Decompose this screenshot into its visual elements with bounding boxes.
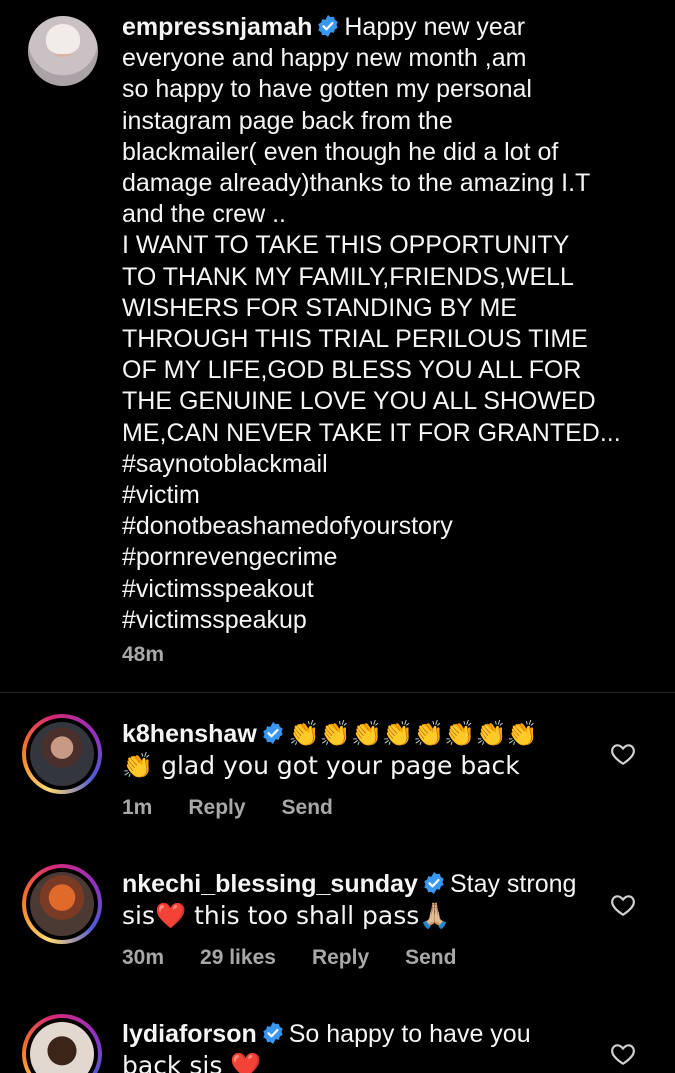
divider [0,692,675,693]
likes-count[interactable]: 29 likes [200,946,276,970]
commenter-username[interactable]: lydiaforson [122,1020,257,1048]
comment-meta: 1m Reply Send [122,796,333,820]
author-username[interactable]: empressnjamah [122,13,312,41]
caption-line: WISHERS FOR STANDING BY ME [122,293,517,322]
verified-badge-icon [263,1022,283,1044]
comment-text: k8henshaw 👏👏👏👏👏👏👏👏 👏 glad you got your pa… [122,718,582,782]
caption-line: and the crew .. [122,200,286,229]
send-button[interactable]: Send [405,946,456,970]
comment-line: back sis ❤️ [122,1051,262,1073]
comment-item: lydiaforson So happy to have you back sis… [0,1000,675,1073]
hashtag-link[interactable]: #victim [122,480,642,511]
author-avatar[interactable] [28,16,98,86]
comment-line: 👏 glad you got your page back [122,751,520,780]
post-caption: empressnjamah Happy new year everyone and… [0,0,675,692]
comment-text: nkechi_blessing_sunday Stay strong sis❤️ … [122,869,582,932]
send-button[interactable]: Send [282,796,333,820]
like-heart-icon[interactable] [610,1042,636,1066]
comment-line: So happy to have you [288,1020,531,1048]
commenter-avatar[interactable] [22,714,102,794]
caption-line: Happy new year [344,13,526,41]
commenter-username[interactable]: nkechi_blessing_sunday [122,870,418,898]
caption-line: ME,CAN NEVER TAKE IT FOR GRANTED... [122,418,621,447]
verified-badge-icon [424,872,444,894]
caption-line: TO THANK MY FAMILY,FRIENDS,WELL [122,262,574,291]
hashtag-link[interactable]: #victimsspeakup [122,605,642,636]
hashtag-link[interactable]: #victimsspeakout [122,574,642,605]
caption-line: blackmailer( even though he did a lot of [122,137,559,166]
comment-meta: 30m 29 likes Reply Send [122,946,456,970]
comment-timestamp: 30m [122,946,165,969]
like-heart-icon[interactable] [610,742,636,766]
comment-text: lydiaforson So happy to have you back sis… [122,1019,582,1073]
commenter-avatar[interactable] [22,864,102,944]
caption-text: empressnjamah Happy new year everyone and… [122,12,642,636]
caption-line: instagram page back from the [122,106,453,135]
hashtag-link[interactable]: #donotbeashamedofyourstory [122,511,642,542]
verified-badge-icon [318,15,339,37]
comment-line: 👏👏👏👏👏👏👏👏 [288,719,538,748]
caption-line: THE GENUINE LOVE YOU ALL SHOWED [122,387,596,416]
caption-line: damage already)thanks to the amazing I.T [122,169,591,198]
caption-line: everyone and happy new month ,am [122,44,527,73]
comment-line: sis❤️ this too shall pass🙏🏼 [122,901,451,930]
commenter-avatar[interactable] [22,1014,102,1073]
comment-timestamp: 1m [122,796,153,819]
caption-line: OF MY LIFE,GOD BLESS YOU ALL FOR [122,356,582,385]
hashtag-link[interactable]: #pornrevengecrime [122,542,642,573]
caption-timestamp: 48m [122,643,165,666]
comment-line: Stay strong [449,870,577,898]
caption-line: THROUGH THIS TRIAL PERILOUS TIME [122,325,588,354]
hashtag-link[interactable]: #saynotoblackmail [122,449,642,480]
caption-line: so happy to have gotten my personal [122,75,532,104]
reply-button[interactable]: Reply [312,946,369,970]
verified-badge-icon [263,722,283,744]
reply-button[interactable]: Reply [188,796,245,820]
commenter-username[interactable]: k8henshaw [122,720,257,748]
caption-line: I WANT TO TAKE THIS OPPORTUNITY [122,231,570,260]
like-heart-icon[interactable] [610,893,636,917]
